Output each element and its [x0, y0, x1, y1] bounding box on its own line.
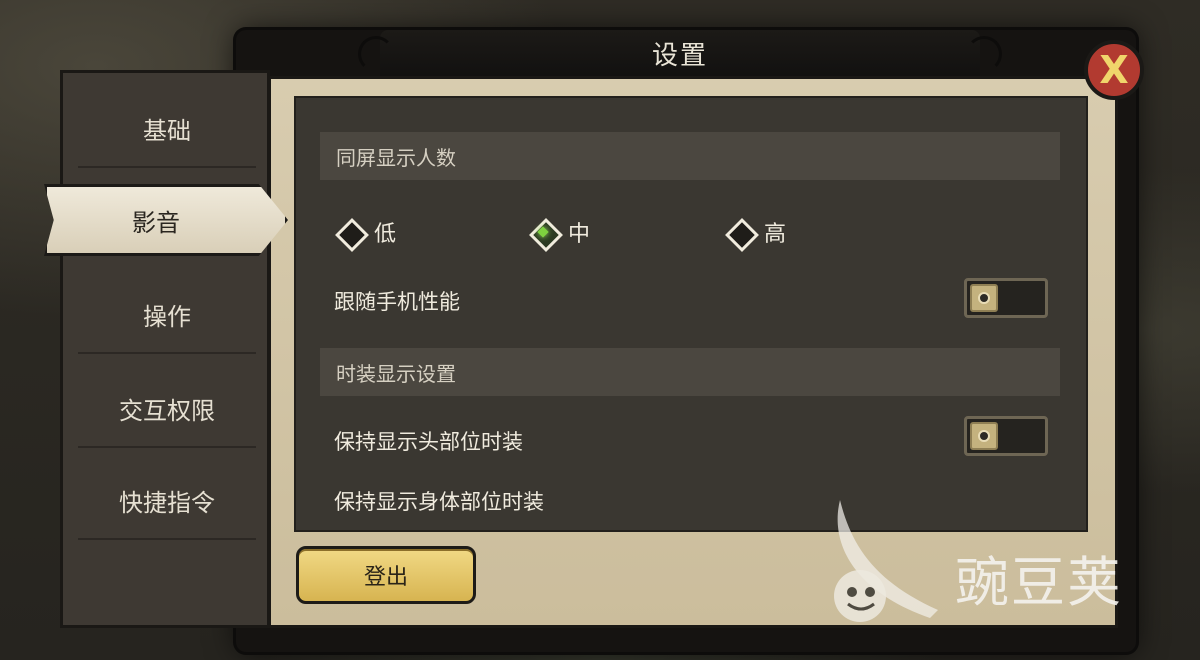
option-low-label: 低	[374, 222, 397, 247]
follow-performance-label: 跟随手机性能	[334, 290, 460, 314]
diamond-radio-icon	[336, 219, 362, 245]
settings-title: 设置	[358, 30, 1002, 76]
option-medium-label: 中	[568, 222, 591, 247]
tab-controls[interactable]: 操作	[78, 276, 256, 354]
tab-audio-video[interactable]: 影音	[44, 184, 288, 256]
display-count-options: 低 中 高	[336, 210, 1036, 254]
tab-shortcut-commands[interactable]: 快捷指令	[78, 462, 256, 540]
toggle-knob-icon	[970, 422, 998, 450]
section-header-costume: 时装显示设置	[320, 348, 1060, 396]
tab-interaction-permissions[interactable]: 交互权限	[78, 370, 256, 448]
keep-body-costume-label: 保持显示身体部位时装	[334, 490, 544, 514]
keep-head-costume-label: 保持显示头部位时装	[334, 430, 523, 454]
diamond-radio-selected-icon	[530, 219, 556, 245]
keep-head-costume-toggle[interactable]	[964, 416, 1048, 456]
tab-basic[interactable]: 基础	[78, 90, 256, 168]
option-high[interactable]: 高	[726, 210, 786, 254]
follow-performance-toggle[interactable]	[964, 278, 1048, 318]
diamond-radio-icon	[726, 219, 752, 245]
toggle-knob-icon	[970, 284, 998, 312]
option-low[interactable]: 低	[336, 210, 396, 254]
close-x-icon: X	[1099, 48, 1129, 92]
logout-button[interactable]: 登出	[296, 546, 476, 604]
watermark-text: 豌豆荚	[955, 551, 1123, 614]
option-medium[interactable]: 中	[530, 210, 590, 254]
option-high-label: 高	[764, 222, 787, 247]
section-header-display-count: 同屏显示人数	[320, 132, 1060, 180]
close-button[interactable]: X	[1084, 40, 1144, 100]
